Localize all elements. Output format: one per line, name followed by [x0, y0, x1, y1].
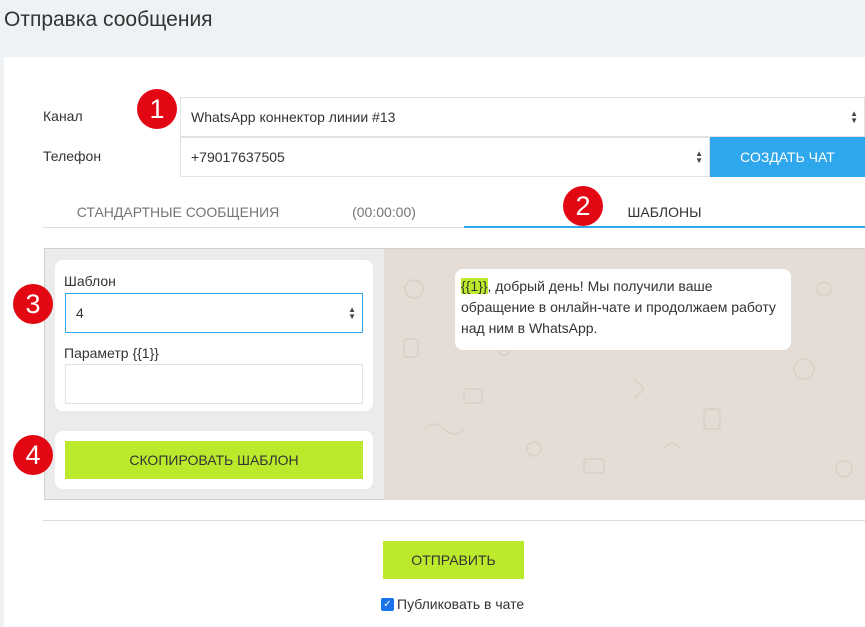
checkbox-checked-icon[interactable]: ✓ — [381, 597, 394, 611]
badge-4: 4 — [13, 435, 53, 475]
channel-select[interactable]: WhatsApp коннектор линии #13 ▲ ▼ — [180, 97, 865, 137]
message-bubble: {{1}}, добрый день! Мы получили ваше обр… — [455, 269, 791, 350]
tab-templates[interactable]: ШАБЛОНЫ — [464, 197, 865, 227]
footer-divider — [43, 520, 865, 521]
message-text: , добрый день! Мы получили ваше обращени… — [461, 278, 776, 336]
param-label: Параметр {{1}} — [64, 345, 159, 361]
badge-3: 3 — [13, 284, 53, 324]
tab-timer: (00:00:00) — [352, 204, 416, 220]
page-title: Отправка сообщения — [4, 8, 213, 31]
param-input[interactable] — [65, 364, 363, 404]
phone-select[interactable]: +79017637505 ▲ ▼ — [180, 137, 710, 177]
tab-active-indicator — [464, 226, 865, 228]
whatsapp-preview: {{1}}, добрый день! Мы получили ваше обр… — [384, 249, 865, 500]
template-value: 4 — [76, 305, 84, 321]
badge-2: 2 — [563, 186, 603, 226]
select-arrows-icon: ▲ ▼ — [348, 305, 356, 321]
copy-template-button[interactable]: СКОПИРОВАТЬ ШАБЛОН — [65, 441, 363, 479]
publish-label: Публиковать в чате — [397, 596, 525, 612]
select-arrows-icon: ▲ ▼ — [695, 149, 703, 165]
send-message-panel: Канал WhatsApp коннектор линии #13 ▲ ▼ Те… — [4, 57, 865, 627]
publish-checkbox-row[interactable]: ✓ Публиковать в чате — [381, 596, 524, 612]
create-chat-button[interactable]: СОЗДАТЬ ЧАТ — [710, 137, 865, 177]
tab-standard-messages[interactable]: СТАНДАРТНЫЕ СООБЩЕНИЯ — [43, 197, 313, 227]
channel-value: WhatsApp коннектор линии #13 — [191, 109, 396, 125]
template-card: Шаблон 4 ▲ ▼ Параметр {{1}} — [55, 260, 373, 411]
phone-value: +79017637505 — [191, 149, 285, 165]
template-select[interactable]: 4 ▲ ▼ — [65, 293, 363, 333]
phone-label: Телефон — [43, 148, 102, 164]
badge-1: 1 — [137, 89, 177, 129]
message-placeholder: {{1}} — [461, 278, 488, 294]
select-arrows-icon: ▲ ▼ — [850, 109, 858, 125]
channel-label: Канал — [43, 108, 83, 124]
send-button[interactable]: ОТПРАВИТЬ — [383, 541, 524, 579]
template-label: Шаблон — [64, 273, 116, 289]
